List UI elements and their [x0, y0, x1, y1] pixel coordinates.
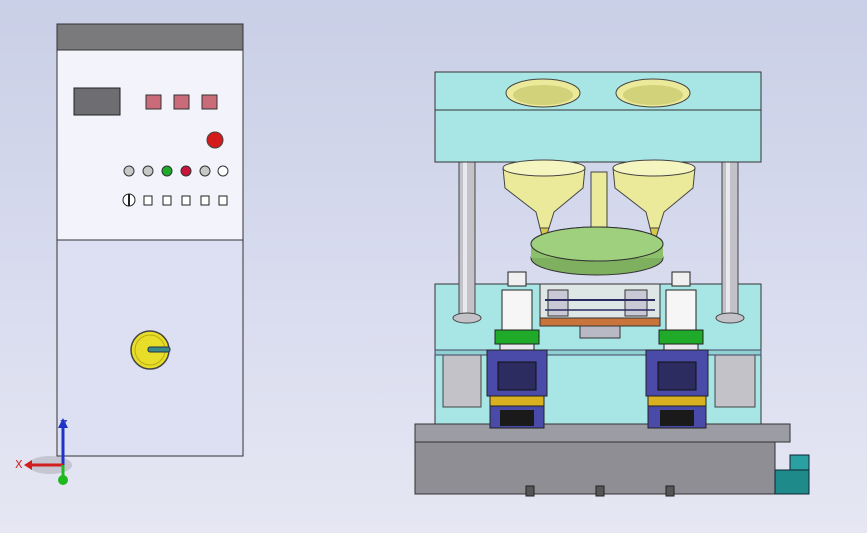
emergency-stop-button[interactable]	[206, 131, 224, 149]
cad-viewport[interactable]: Z X	[0, 0, 867, 533]
axis-x-label: X	[15, 458, 23, 471]
rotary-table	[530, 226, 664, 276]
push-button[interactable]	[181, 195, 191, 206]
push-button[interactable]	[143, 195, 153, 206]
small-display-1	[145, 94, 162, 110]
push-button[interactable]	[200, 195, 210, 206]
top-plate-face	[434, 71, 762, 111]
indicator-light	[142, 165, 154, 177]
indicator-light	[217, 165, 229, 177]
machine-base	[414, 441, 776, 495]
main-display	[73, 87, 121, 116]
selector-switch[interactable]	[130, 330, 171, 370]
small-display-2	[173, 94, 190, 110]
push-button[interactable]	[218, 195, 228, 206]
machine-base-top	[414, 423, 791, 443]
indicator-light	[199, 165, 211, 177]
small-display-3	[201, 94, 218, 110]
control-cabinet[interactable]	[56, 23, 244, 457]
indicator-light	[161, 165, 173, 177]
axis-triad: Z X	[15, 418, 72, 485]
machine-foot	[774, 469, 810, 495]
axis-z-label: Z	[60, 418, 68, 431]
assembly-machine[interactable]	[414, 71, 810, 497]
top-plate	[434, 109, 762, 163]
push-button[interactable]	[162, 195, 172, 206]
indicator-light	[123, 165, 135, 177]
cabinet-top-strip	[56, 23, 244, 51]
indicator-light	[180, 165, 192, 177]
